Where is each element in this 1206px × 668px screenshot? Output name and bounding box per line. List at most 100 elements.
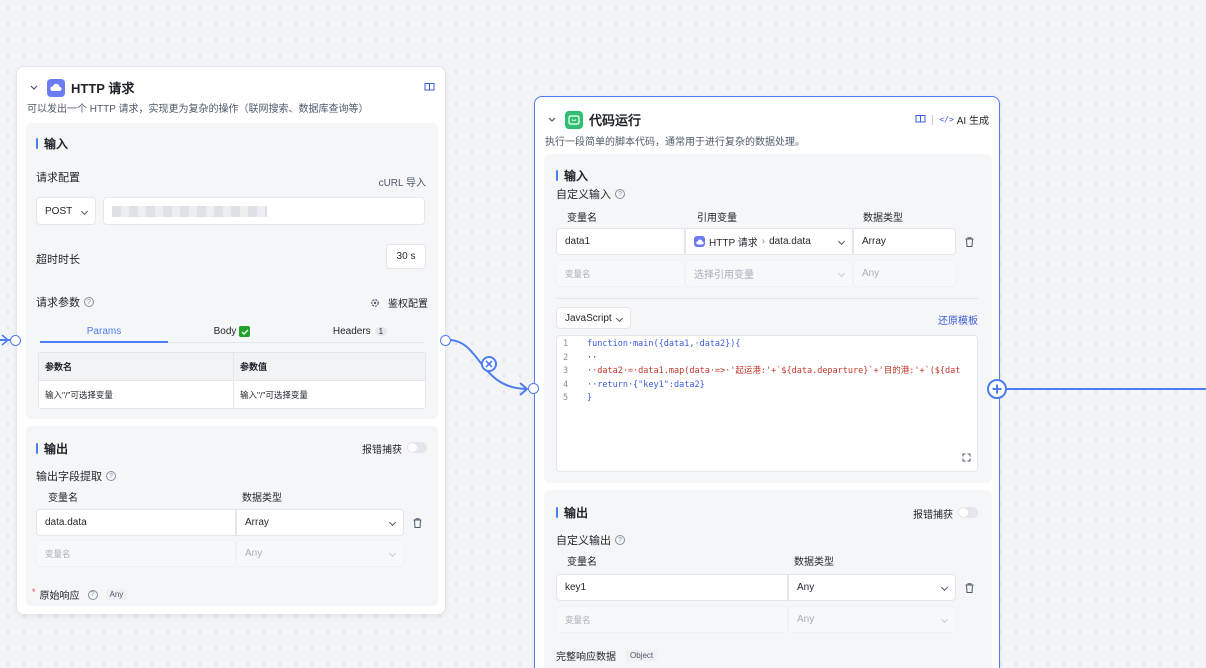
trash-icon[interactable]	[965, 236, 974, 250]
code-text: }	[587, 393, 593, 403]
output-type-select-empty[interactable]: Any	[788, 606, 956, 633]
help-icon[interactable]: ?	[84, 297, 94, 307]
code-run-node[interactable]: 代码运行 </> AI 生成 执行一段简单的脚本代码，通常用于进行复杂的数据处理…	[534, 96, 1000, 668]
raw-response-type-tag: Any	[105, 589, 128, 600]
error-catch-toggle[interactable]	[407, 442, 427, 453]
param-value-input[interactable]: 输入"/"可选择变量	[233, 380, 425, 408]
full-response-type-tag: Object	[626, 650, 658, 661]
col-header-ref: 引用变量	[697, 213, 737, 224]
language-select[interactable]: JavaScript	[556, 307, 631, 329]
chevron-down-icon	[80, 207, 89, 215]
gear-icon	[371, 298, 379, 307]
input-type-field-empty[interactable]: Any	[853, 260, 956, 287]
ai-generate-label: AI 生成	[956, 116, 989, 127]
line-number: 5	[563, 393, 569, 403]
trash-icon[interactable]	[965, 582, 974, 596]
chevron-down-icon	[388, 518, 397, 527]
http-input-port[interactable]	[10, 335, 21, 346]
url-redacted	[112, 205, 267, 217]
tab-params[interactable]: Params	[40, 321, 168, 343]
http-request-node[interactable]: HTTP 请求 可以发出一个 HTTP 请求，实现更为复杂的操作（联网搜索、数据…	[16, 66, 446, 615]
full-response-label: 完整响应数据	[556, 652, 616, 663]
code-line: 5}	[557, 392, 977, 406]
help-icon[interactable]: ?	[87, 589, 98, 600]
help-icon[interactable]: ?	[615, 189, 625, 199]
book-icon[interactable]	[915, 114, 926, 126]
output-var-field[interactable]: key1	[556, 574, 788, 601]
col-header-var: 变量名	[567, 213, 597, 224]
input-section: 输入 请求配置 cURL 导入 POST 超时时长 30 s 请求参数? 鉴权配…	[26, 123, 438, 419]
code-line: 2 ··	[557, 352, 977, 366]
method-select[interactable]: POST	[36, 197, 96, 225]
col-header-value: 参数值	[233, 353, 267, 380]
auth-config-button[interactable]: 鉴权配置	[370, 295, 428, 310]
node-description: 执行一段简单的脚本代码，通常用于进行复杂的数据处理。	[545, 137, 805, 148]
required-mark: *	[32, 586, 36, 597]
ai-generate-button[interactable]: </> AI 生成	[939, 112, 989, 127]
curl-import-link[interactable]: cURL 导入	[379, 174, 426, 189]
url-input[interactable]	[103, 197, 425, 225]
params-label: 请求参数	[36, 297, 80, 309]
ref-var-select-empty[interactable]: 选择引用变量	[685, 260, 853, 287]
var-value: data.data	[45, 517, 87, 528]
ref-var-select[interactable]: HTTP 请求 › data.data	[685, 228, 853, 255]
check-icon	[239, 326, 251, 337]
code-text: ··data2·=·data1.map(data·=>·'起运港:'+`${da…	[587, 366, 961, 376]
expand-icon[interactable]	[962, 451, 971, 465]
col-header-var: 变量名	[567, 557, 597, 568]
section-title: 输出	[44, 442, 69, 456]
help-icon[interactable]: ?	[615, 535, 625, 545]
code-editor[interactable]: 1 function·main({data1,·data2}){2 ·· 3 ··dat…	[556, 335, 978, 472]
param-name-input[interactable]: 输入"/"可选择变量	[39, 389, 233, 401]
error-catch-toggle[interactable]	[958, 507, 978, 518]
code-line: 1 function·main({data1,·data2}){	[557, 338, 977, 352]
chevron-down-icon	[837, 237, 846, 246]
input-var-field[interactable]: data1	[556, 228, 685, 255]
type-value: Array	[245, 517, 269, 528]
http-output-port[interactable]	[440, 335, 451, 346]
col-header-var: 变量名	[48, 493, 78, 504]
chevron-down-icon	[388, 549, 397, 558]
type-placeholder: Any	[862, 268, 880, 279]
divider	[556, 298, 978, 299]
input-type-field[interactable]: Array	[853, 228, 956, 255]
code-input-port[interactable]	[528, 383, 539, 394]
code-line: 3 ··data2·=·data1.map(data·=>·'起运港:'+`${d…	[557, 365, 977, 379]
restore-template-link[interactable]: 还原模板	[938, 312, 978, 327]
timeout-input[interactable]: 30 s	[386, 244, 426, 269]
output-type-select-empty[interactable]: Any	[236, 540, 404, 567]
output-type-select[interactable]: Array	[236, 509, 404, 536]
output-var-field-empty[interactable]: 变量名	[556, 606, 788, 633]
method-value: POST	[45, 205, 73, 217]
node-title: 代码运行	[589, 113, 642, 128]
output-section: 输出 报错捕获 输出字段提取? 变量名 数据类型 data.data Array…	[26, 426, 438, 606]
book-icon[interactable]	[424, 82, 435, 94]
error-catch-label: 报错捕获	[362, 445, 402, 456]
plus-icon	[992, 384, 1002, 394]
chevron-down-icon	[940, 583, 949, 592]
tab-label: Headers	[332, 326, 371, 337]
field-extract-label: 输出字段提取	[36, 471, 102, 483]
error-catch-label: 报错捕获	[913, 510, 953, 521]
tab-body[interactable]: Body	[168, 321, 296, 343]
type-value: Any	[797, 582, 815, 593]
output-section: 输出 报错捕获 自定义输出? 变量名 数据类型 key1 Any 变量名 Any…	[544, 490, 992, 668]
chevron-down-icon	[940, 615, 949, 624]
chevron-down-icon	[837, 269, 846, 278]
tab-label: Params	[86, 325, 122, 337]
section-title: 输入	[44, 137, 69, 151]
headers-count-badge: 1	[374, 327, 388, 336]
collapse-chevron-icon[interactable]	[27, 81, 41, 95]
input-var-field-empty[interactable]: 变量名	[556, 260, 685, 287]
collapse-chevron-icon[interactable]	[545, 113, 559, 127]
trash-icon[interactable]	[413, 517, 422, 531]
output-var-input[interactable]: data.data	[36, 509, 236, 536]
output-var-input-empty[interactable]: 变量名	[36, 540, 236, 567]
col-header-type: 数据类型	[863, 213, 903, 224]
code-text: ··	[587, 352, 598, 363]
output-type-select[interactable]: Any	[788, 574, 956, 601]
code-output-add-port[interactable]	[987, 379, 1007, 399]
help-icon[interactable]: ?	[106, 471, 116, 481]
edge-delete-button[interactable]	[481, 356, 497, 372]
tab-headers[interactable]: Headers 1	[296, 321, 424, 343]
